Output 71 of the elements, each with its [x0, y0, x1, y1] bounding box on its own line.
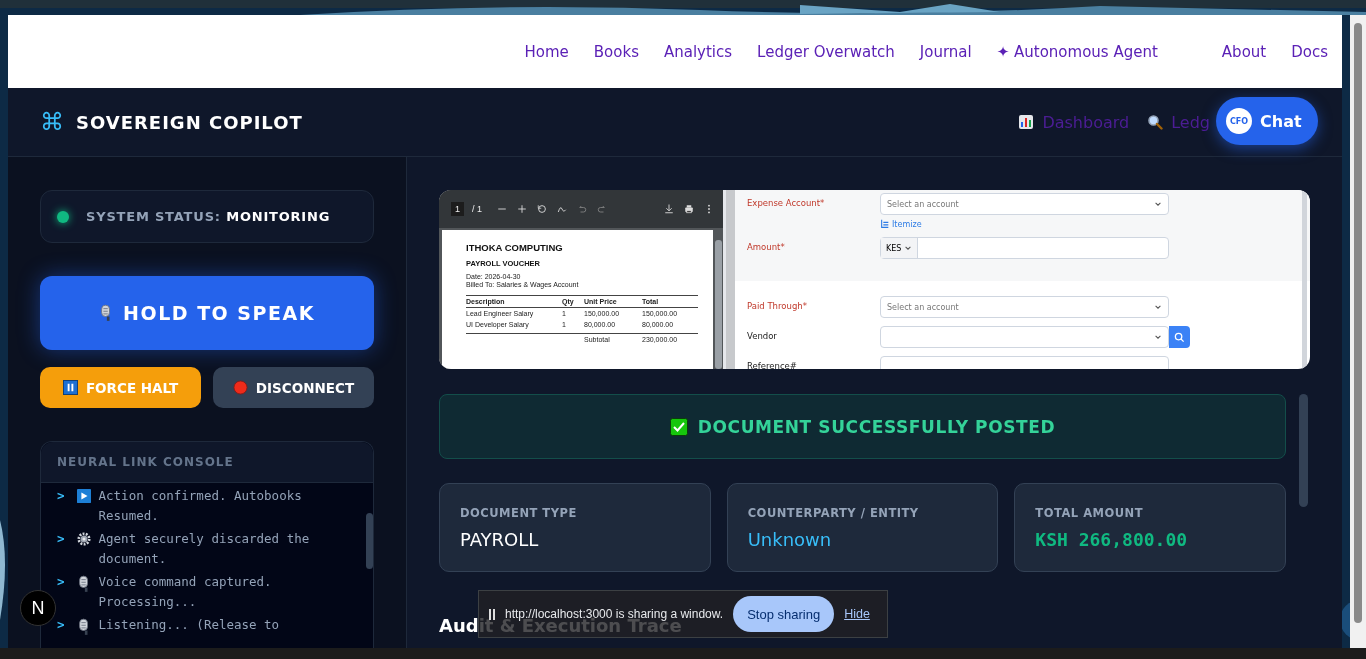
plus-icon[interactable]: [516, 203, 529, 215]
scrollbar[interactable]: [366, 513, 373, 569]
itemize-link[interactable]: Itemize: [880, 219, 1169, 229]
field-label: Expense Account*: [747, 197, 826, 210]
nav-link[interactable]: Journal: [919, 42, 972, 61]
select-field[interactable]: [880, 326, 1169, 348]
hide-link[interactable]: Hide: [844, 607, 870, 621]
play-icon: [76, 489, 91, 503]
nav-link[interactable]: Books: [593, 42, 639, 61]
field-label: Paid Through*: [747, 300, 808, 313]
hold-to-speak-button[interactable]: HOLD TO SPEAK: [40, 276, 374, 350]
select-field[interactable]: Select an account: [880, 193, 1169, 215]
field-label: Reference#: [747, 360, 798, 369]
card-value: KSH 266,800.00: [1035, 529, 1189, 550]
field-label: Vendor: [747, 330, 778, 343]
chat-button[interactable]: CFO Chat: [1216, 97, 1318, 145]
nav-link[interactable]: Analytics: [664, 42, 733, 61]
prompt-mark: >: [57, 616, 65, 634]
app-title: SOVEREIGN COPILOT: [76, 111, 303, 133]
status-text: SYSTEM STATUS: MONITORING: [86, 209, 331, 224]
printer-icon[interactable]: [683, 203, 695, 215]
caret-icon: [1154, 200, 1162, 208]
nav-link[interactable]: Ledger Overwatch: [757, 42, 895, 61]
company-name: ITHOKA COMPUTING: [466, 242, 564, 253]
select-field[interactable]: Select an account: [880, 296, 1169, 318]
pause-icon: [489, 608, 495, 620]
pause-icon: [62, 380, 78, 395]
console-line: Listening... (Release to: [98, 616, 281, 634]
gear-icon: [76, 532, 91, 546]
caret-icon: [1154, 333, 1162, 341]
nav-link[interactable]: About: [1221, 42, 1267, 61]
prompt-mark: >: [57, 573, 65, 591]
caret-icon: [1154, 303, 1162, 311]
console-line: Voice command captured. Processing...: [98, 573, 273, 611]
stop-sharing-button[interactable]: Stop sharing: [733, 596, 835, 632]
console-title: NEURAL LINK CONSOLE: [41, 442, 373, 483]
page-field[interactable]: 1: [451, 202, 464, 216]
search-button[interactable]: [1169, 326, 1190, 348]
list-icon: [880, 219, 890, 229]
console-line: Action confirmed. Autobooks Resumed.: [98, 487, 303, 525]
download-icon[interactable]: [663, 203, 675, 215]
record-icon: [232, 380, 248, 395]
card-label: COUNTERPARTY / ENTITY: [747, 506, 920, 520]
magnifier-icon: [1147, 114, 1164, 130]
disconnect-button[interactable]: DISCONNECT: [213, 367, 374, 408]
cfo-badge: CFO: [1226, 108, 1252, 134]
rotate-icon[interactable]: [536, 203, 549, 215]
prompt-mark: >: [57, 487, 65, 505]
console-line: Agent securely discarded the document.: [98, 530, 311, 568]
status-dot: [57, 210, 69, 223]
microphone-icon: [76, 575, 91, 593]
scrollbar[interactable]: [1302, 190, 1307, 369]
search-icon: [1174, 331, 1185, 343]
scrollbar[interactable]: [1299, 394, 1308, 507]
card-label: TOTAL AMOUNT: [1035, 506, 1145, 520]
card-value: PAYROLL: [460, 529, 540, 550]
card-value: Unknown: [747, 529, 833, 550]
card-label: DOCUMENT TYPE: [460, 506, 578, 520]
microphone-icon: [76, 618, 91, 636]
page-count: / 1: [472, 204, 483, 214]
prompt-mark: >: [57, 530, 65, 548]
nav-link[interactable]: ✦ Autonomous Agent: [996, 42, 1158, 61]
browser-scrollbar[interactable]: [1350, 15, 1366, 648]
scrollbar[interactable]: [715, 240, 722, 369]
bar-chart-icon: [1018, 114, 1035, 130]
check-icon: [669, 417, 688, 436]
banner-text: DOCUMENT SUCCESSFULLY POSTED: [697, 416, 1056, 437]
nav-link[interactable]: Home: [524, 42, 569, 61]
field-label: Amount*: [747, 241, 786, 254]
nav-link[interactable]: Docs: [1291, 42, 1328, 61]
command-icon: ⌘: [40, 108, 64, 136]
